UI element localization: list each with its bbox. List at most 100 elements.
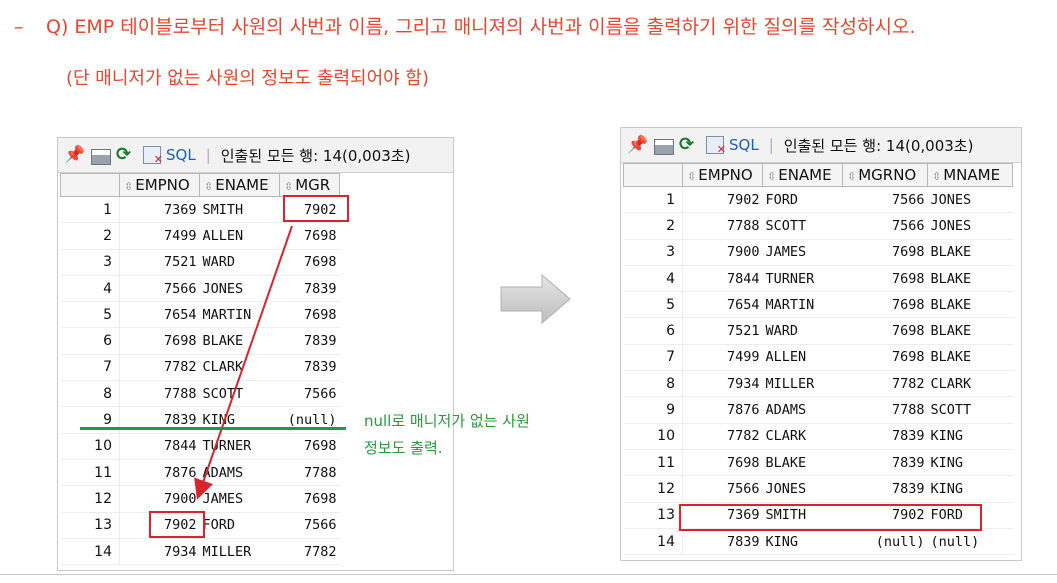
table-row[interactable]: 14 7839 KING (null) (null)	[623, 528, 1013, 556]
cell-empno[interactable]: 7698	[682, 449, 763, 477]
sort-icon: ⇳	[767, 170, 777, 183]
cell-mname[interactable]: KING	[927, 475, 1013, 503]
refresh-icon[interactable]: ⟳	[679, 135, 701, 155]
arrow-right-icon	[500, 273, 571, 325]
cell-mgrno[interactable]: 7698	[842, 265, 928, 293]
cell-mname[interactable]: JONES	[927, 212, 1013, 240]
cell-mgrno[interactable]: 7698	[842, 291, 928, 319]
null-annotation-line-2: 정보도 출력.	[364, 439, 443, 457]
cell-ename[interactable]: ALLEN	[762, 344, 843, 372]
cell-mname[interactable]: BLAKE	[927, 344, 1013, 372]
row-number: 8	[623, 370, 683, 398]
row-number: 11	[623, 449, 683, 477]
cell-mname[interactable]: KING	[927, 449, 1013, 477]
cell-mname[interactable]: CLARK	[927, 370, 1013, 398]
table-row[interactable]: 12 7566 JONES 7839 KING	[623, 475, 1013, 503]
row-number-header	[623, 163, 683, 187]
cell-mgrno[interactable]: 7839	[842, 423, 928, 450]
row-number: 5	[623, 291, 683, 319]
cell-empno[interactable]: 7902	[682, 186, 763, 214]
cell-mgrno[interactable]: 7698	[842, 239, 928, 266]
cell-mname[interactable]: BLAKE	[927, 239, 1013, 266]
cell-empno[interactable]: 7839	[682, 528, 763, 556]
cell-ename[interactable]: JAMES	[762, 239, 843, 266]
cell-mgrno[interactable]: 7788	[842, 396, 928, 424]
cell-empno[interactable]: 7521	[682, 317, 763, 345]
cell-empno[interactable]: 7934	[682, 370, 763, 398]
row-number: 7	[623, 344, 683, 372]
cell-empno[interactable]: 7566	[682, 475, 763, 503]
print-icon[interactable]	[654, 138, 674, 155]
table-row[interactable]: 2 7788 SCOTT 7566 JONES	[623, 212, 1013, 240]
table-row[interactable]: 4 7844 TURNER 7698 BLAKE	[623, 265, 1013, 293]
cell-mgrno[interactable]: 7698	[842, 317, 928, 345]
toolbar-separator: |	[768, 136, 774, 154]
row-number: 4	[623, 265, 683, 293]
cell-mname[interactable]: SCOTT	[927, 396, 1013, 424]
row-number: 1	[623, 186, 683, 214]
cell-mname[interactable]: JONES	[927, 186, 1013, 214]
table-row[interactable]: 7 7499 ALLEN 7698 BLAKE	[623, 344, 1013, 372]
table-row[interactable]: 8 7934 MILLER 7782 CLARK	[623, 370, 1013, 398]
cell-mgrno[interactable]: 7698	[842, 344, 928, 372]
column-header-empno[interactable]: ⇳ EMPNO	[682, 163, 763, 187]
cell-empno[interactable]: 7654	[682, 291, 763, 319]
table-row[interactable]: 9 7876 ADAMS 7788 SCOTT	[623, 396, 1013, 424]
table-row[interactable]: 10 7782 CLARK 7839 KING	[623, 423, 1013, 450]
cell-ename[interactable]: BLAKE	[762, 449, 843, 477]
cell-mgrno[interactable]: (null)	[842, 528, 928, 556]
cell-mname[interactable]: KING	[927, 423, 1013, 450]
sort-icon: ⇳	[932, 170, 942, 183]
highlight-row-smith	[679, 504, 982, 531]
cell-ename[interactable]: SCOTT	[762, 212, 843, 240]
cell-empno[interactable]: 7900	[682, 239, 763, 266]
row-number: 9	[623, 396, 683, 424]
cell-ename[interactable]: ADAMS	[762, 396, 843, 424]
cell-ename[interactable]: JONES	[762, 475, 843, 503]
row-number: 3	[623, 239, 683, 266]
fetch-status: 인출된 모든 행: 14(0,003초)	[783, 136, 974, 155]
cell-ename[interactable]: WARD	[762, 317, 843, 345]
column-header-mgrno[interactable]: ⇳ MGRNO	[842, 163, 928, 187]
sort-icon: ⇳	[687, 170, 697, 183]
cell-mname[interactable]: BLAKE	[927, 265, 1013, 293]
right-toolbar: 📌 ⟳ SQL | 인출된 모든 행: 14(0,003초)	[621, 128, 1021, 163]
table-row[interactable]: 6 7521 WARD 7698 BLAKE	[623, 317, 1013, 345]
delete-icon[interactable]	[706, 136, 726, 156]
table-row[interactable]: 1 7902 FORD 7566 JONES	[623, 186, 1013, 214]
table-row[interactable]: 3 7900 JAMES 7698 BLAKE	[623, 239, 1013, 266]
pin-icon[interactable]: 📌	[627, 135, 649, 155]
cell-ename[interactable]: CLARK	[762, 423, 843, 450]
cell-ename[interactable]: FORD	[762, 186, 843, 214]
column-header-ename[interactable]: ⇳ ENAME	[762, 163, 843, 187]
cell-empno[interactable]: 7876	[682, 396, 763, 424]
cell-empno[interactable]: 7782	[682, 423, 763, 450]
cell-mgrno[interactable]: 7839	[842, 475, 928, 503]
cell-ename[interactable]: KING	[762, 528, 843, 556]
cell-mgrno[interactable]: 7839	[842, 449, 928, 477]
column-header-mname[interactable]: ⇳ MNAME	[927, 163, 1013, 187]
right-result-grid: ⇳ EMPNO ⇳ ENAME ⇳ MGRNO ⇳ MNAME 1 7902 FORD 756…	[623, 163, 1013, 556]
cell-mgrno[interactable]: 7566	[842, 212, 928, 240]
sort-icon: ⇳	[847, 170, 857, 183]
cell-mgrno[interactable]: 7782	[842, 370, 928, 398]
sql-button[interactable]: SQL	[729, 136, 759, 154]
null-annotation: null로 매니저가 없는 사원 정보도 출력.	[364, 408, 530, 462]
table-row[interactable]: 5 7654 MARTIN 7698 BLAKE	[623, 291, 1013, 319]
row-number: 13	[623, 502, 683, 529]
cell-ename[interactable]: TURNER	[762, 265, 843, 293]
cell-ename[interactable]: MILLER	[762, 370, 843, 398]
cell-mname[interactable]: BLAKE	[927, 317, 1013, 345]
cell-ename[interactable]: MARTIN	[762, 291, 843, 319]
cell-mgrno[interactable]: 7566	[842, 186, 928, 214]
cell-empno[interactable]: 7499	[682, 344, 763, 372]
cell-empno[interactable]: 7788	[682, 212, 763, 240]
row-number: 2	[623, 212, 683, 240]
row-number: 6	[623, 317, 683, 345]
cell-empno[interactable]: 7844	[682, 265, 763, 293]
cell-mname[interactable]: BLAKE	[927, 291, 1013, 319]
cell-mname[interactable]: (null)	[927, 528, 1013, 556]
table-row[interactable]: 11 7698 BLAKE 7839 KING	[623, 449, 1013, 477]
row-number: 14	[623, 528, 683, 556]
null-separator-line	[80, 427, 346, 430]
